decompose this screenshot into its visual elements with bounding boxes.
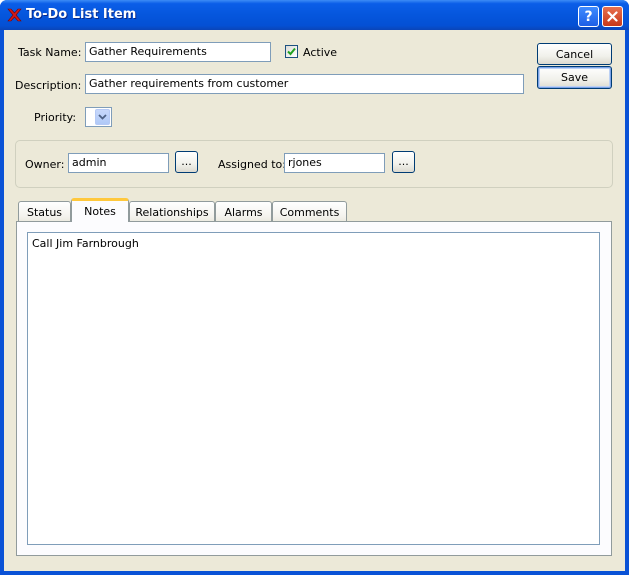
task-name-field[interactable]: Gather Requirements xyxy=(85,42,271,62)
priority-label: Priority: xyxy=(34,111,77,124)
dialog-client-area: Task Name: Gather Requirements Active De… xyxy=(4,30,625,571)
description-label: Description: xyxy=(15,79,82,92)
help-icon: ? xyxy=(584,8,593,25)
dropdown-button[interactable] xyxy=(95,109,110,125)
tab-notes[interactable]: Notes xyxy=(71,198,129,222)
active-label: Active xyxy=(303,46,338,59)
title-bar[interactable]: To-Do List Item ? xyxy=(0,0,629,30)
task-name-label: Task Name: xyxy=(18,46,82,59)
window-title: To-Do List Item xyxy=(26,7,137,22)
tab-status[interactable]: Status xyxy=(18,201,71,222)
priority-select[interactable] xyxy=(85,107,112,127)
help-button[interactable]: ? xyxy=(578,6,599,27)
cancel-button[interactable]: Cancel xyxy=(537,43,612,65)
window-frame: To-Do List Item ? Task Name: Gather Requ… xyxy=(0,0,629,575)
tab-relationships[interactable]: Relationships xyxy=(129,201,215,222)
tab-alarms[interactable]: Alarms xyxy=(215,201,272,222)
tab-comments[interactable]: Comments xyxy=(272,201,347,222)
assigned-to-label: Assigned to: xyxy=(218,158,286,171)
close-icon xyxy=(607,11,618,22)
owner-label: Owner: xyxy=(25,158,65,171)
owner-lookup-button[interactable]: ... xyxy=(175,151,198,173)
save-button[interactable]: Save xyxy=(537,66,612,89)
assigned-to-field[interactable]: rjones xyxy=(284,153,385,173)
chevron-down-icon xyxy=(98,114,107,120)
close-button[interactable] xyxy=(602,6,623,27)
description-field[interactable]: Gather requirements from customer xyxy=(85,74,524,94)
owner-field[interactable]: admin xyxy=(68,153,169,173)
notes-tab-panel: Call Jim Farnbrough xyxy=(16,221,612,556)
notes-textarea[interactable]: Call Jim Farnbrough xyxy=(27,232,600,545)
x-logo-icon xyxy=(7,8,22,22)
assigned-lookup-button[interactable]: ... xyxy=(392,151,415,173)
check-mark-icon xyxy=(287,47,296,56)
active-checkbox[interactable] xyxy=(285,45,298,58)
